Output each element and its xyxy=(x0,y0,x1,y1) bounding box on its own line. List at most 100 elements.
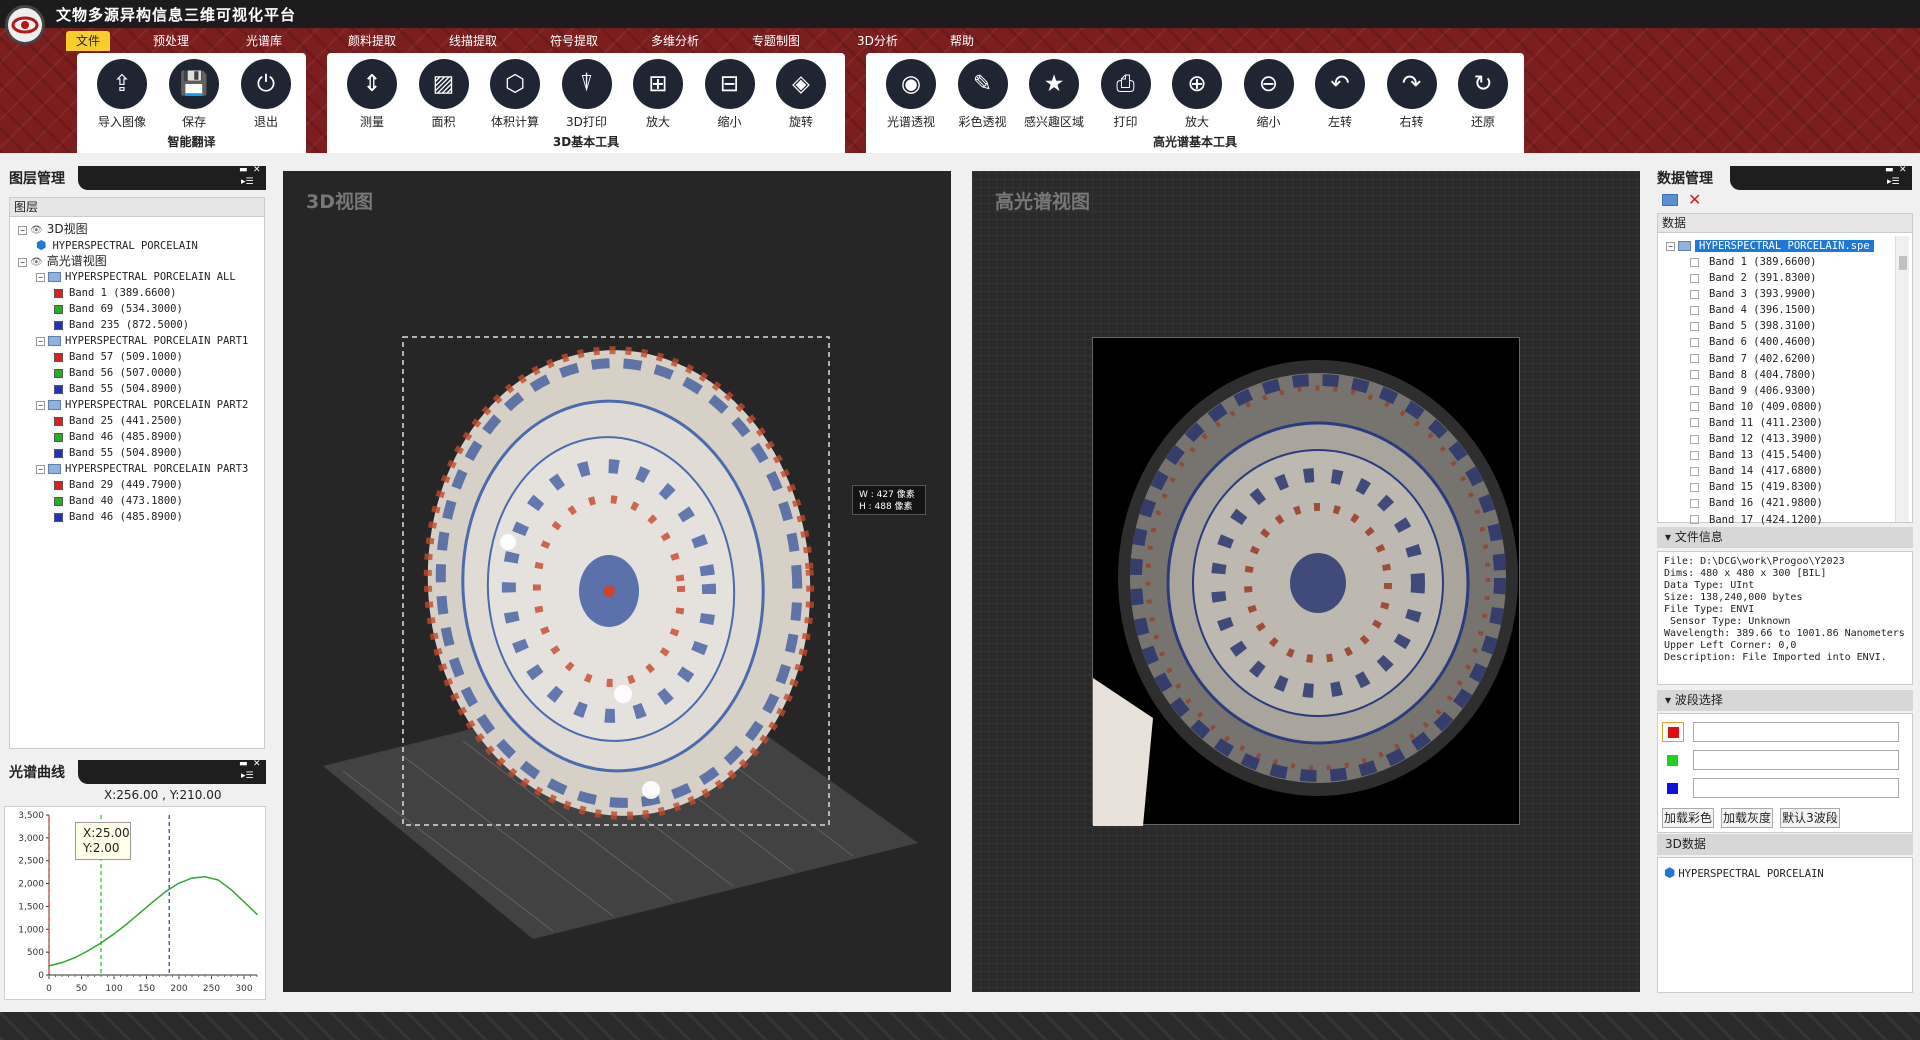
layer-file-row[interactable]: − HYPERSPECTRAL PORCELAIN PART1 xyxy=(10,333,264,349)
data3d-section[interactable]: 3D数据 xyxy=(1657,834,1913,855)
minimize-icon[interactable]: ▬ xyxy=(1885,165,1894,175)
tab-multidim[interactable]: 多维分析 xyxy=(651,31,699,51)
tab-thematic[interactable]: 专题制图 xyxy=(752,31,800,51)
band-row[interactable]: Band 4 (396.1500) xyxy=(1690,302,1890,318)
roi-tool-button[interactable]: ★ 感兴趣区域 xyxy=(1019,59,1089,130)
tab-line-drawing[interactable]: 线描提取 xyxy=(449,31,497,51)
menu-icon[interactable]: ▸☰ xyxy=(1887,177,1900,187)
layer-band-row[interactable]: Band 46 (485.8900) xyxy=(10,429,264,445)
rotate3d-tool-button[interactable]: ◈ 旋转 xyxy=(766,59,836,130)
scrollbar-thumb[interactable] xyxy=(1899,256,1907,270)
layer-group-row[interactable]: − 👁 高光谱视图 xyxy=(10,253,264,269)
layer-file-row[interactable]: − HYPERSPECTRAL PORCELAIN PART3 xyxy=(10,461,264,477)
blue-channel-icon[interactable] xyxy=(1667,783,1678,794)
band-row[interactable]: Band 7 (402.6200) xyxy=(1690,351,1890,367)
band-row[interactable]: Band 9 (406.9300) xyxy=(1690,383,1890,399)
band-row[interactable]: Band 6 (400.4600) xyxy=(1690,334,1890,350)
load-gray-button[interactable]: 加载灰度 xyxy=(1721,808,1773,828)
collapse-icon[interactable]: − xyxy=(18,257,27,267)
layer-cube-row[interactable]: ⬢ HYPERSPECTRAL PORCELAIN xyxy=(10,237,264,253)
scrollbar[interactable] xyxy=(1895,236,1909,522)
import-tool-button[interactable]: ⇪ 导入图像 xyxy=(87,59,157,130)
band-checkbox[interactable] xyxy=(1690,450,1699,460)
band-checkbox[interactable] xyxy=(1690,434,1699,444)
red-band-input[interactable] xyxy=(1693,722,1899,742)
layer-band-row[interactable]: Band 57 (509.1000) xyxy=(10,349,264,365)
layer-band-row[interactable]: Band 235 (872.5000) xyxy=(10,317,264,333)
layer-band-row[interactable]: Band 46 (485.8900) xyxy=(10,509,264,525)
tab-symbol[interactable]: 符号提取 xyxy=(550,31,598,51)
blue-band-input[interactable] xyxy=(1693,778,1899,798)
band-row[interactable]: Band 5 (398.3100) xyxy=(1690,318,1890,334)
band-checkbox[interactable] xyxy=(1690,482,1699,492)
green-band-input[interactable] xyxy=(1693,750,1899,770)
zoom-out-tool-button[interactable]: ⊖ 缩小 xyxy=(1234,59,1304,130)
power-tool-button[interactable]: ⏻ 退出 xyxy=(231,59,301,130)
band-checkbox[interactable] xyxy=(1690,337,1699,347)
layer-band-row[interactable]: Band 56 (507.0000) xyxy=(10,365,264,381)
menu-icon[interactable]: ▸☰ xyxy=(241,177,254,187)
tab-spectral-library[interactable]: 光谱库 xyxy=(246,31,282,51)
band-row[interactable]: Band 3 (393.9900) xyxy=(1690,286,1890,302)
red-channel-button[interactable] xyxy=(1662,722,1684,742)
collapse-icon[interactable]: − xyxy=(36,272,45,282)
band-checkbox[interactable] xyxy=(1690,386,1699,396)
minimize-icon[interactable]: ▬ xyxy=(239,165,248,175)
band-checkbox[interactable] xyxy=(1690,257,1699,267)
band-checkbox[interactable] xyxy=(1690,321,1699,331)
band-checkbox[interactable] xyxy=(1690,466,1699,476)
view-3d[interactable]: 3D视图 W : 427 像素 H : 488 像素 xyxy=(283,171,951,992)
undo-tool-button[interactable]: ↶ 左转 xyxy=(1305,59,1375,130)
band-checkbox[interactable] xyxy=(1690,289,1699,299)
minimize-icon[interactable]: ▬ xyxy=(239,759,248,769)
color-tool-button[interactable]: ✎ 彩色透视 xyxy=(948,59,1018,130)
layer-file-row[interactable]: − HYPERSPECTRAL PORCELAIN ALL xyxy=(10,269,264,285)
band-checkbox[interactable] xyxy=(1690,402,1699,412)
band-checkbox[interactable] xyxy=(1690,305,1699,315)
close-icon[interactable]: ✕ xyxy=(253,759,261,769)
band-row[interactable]: Band 8 (404.7800) xyxy=(1690,367,1890,383)
collapse-icon[interactable]: − xyxy=(36,400,45,410)
eye-icon[interactable]: 👁 xyxy=(30,225,43,236)
tab-preprocess[interactable]: 预处理 xyxy=(153,31,189,51)
layer-group-row[interactable]: − 👁 3D视图 xyxy=(10,221,264,237)
redo-tool-button[interactable]: ↷ 右转 xyxy=(1377,59,1447,130)
green-channel-icon[interactable] xyxy=(1667,755,1678,766)
fileinfo-section[interactable]: ▾ 文件信息 xyxy=(1657,527,1913,548)
band-row[interactable]: Band 16 (421.9800) xyxy=(1690,495,1890,511)
band-row[interactable]: Band 11 (411.2300) xyxy=(1690,415,1890,431)
band-row[interactable]: Band 1 (389.6600) xyxy=(1690,254,1890,270)
band-row[interactable]: Band 15 (419.8300) xyxy=(1690,479,1890,495)
save-tool-button[interactable]: 💾 保存 xyxy=(159,59,229,130)
collapse-icon[interactable]: − xyxy=(36,336,45,346)
collapse-icon[interactable]: − xyxy=(36,464,45,474)
band-checkbox[interactable] xyxy=(1690,515,1699,524)
zoom-in-tool-button[interactable]: ⊞ 放大 xyxy=(623,59,693,130)
collapse-icon[interactable]: − xyxy=(18,225,27,235)
layer-band-row[interactable]: Band 55 (504.8900) xyxy=(10,445,264,461)
spectral-tool-button[interactable]: ◉ 光谱透视 xyxy=(876,59,946,130)
load-color-button[interactable]: 加载彩色 xyxy=(1662,808,1714,828)
open-file-icon[interactable] xyxy=(1662,194,1678,206)
data-file-row[interactable]: − HYPERSPECTRAL PORCELAIN.spe xyxy=(1666,238,1874,254)
band-checkbox[interactable] xyxy=(1690,273,1699,283)
close-icon[interactable]: ✕ xyxy=(253,165,261,175)
data3d-item[interactable]: ⬢ HYPERSPECTRAL PORCELAIN xyxy=(1664,866,1824,881)
area-tool-button[interactable]: ▨ 面积 xyxy=(409,59,479,130)
band-checkbox[interactable] xyxy=(1690,370,1699,380)
tab-file[interactable]: 文件 xyxy=(66,31,111,51)
band-checkbox[interactable] xyxy=(1690,498,1699,508)
band-select-section[interactable]: ▾ 波段选择 xyxy=(1657,690,1913,711)
print3d-tool-button[interactable]: ⍒ 3D打印 xyxy=(552,59,622,130)
band-row[interactable]: Band 17 (424.1200) xyxy=(1690,512,1890,528)
reset-tool-button[interactable]: ↻ 还原 xyxy=(1448,59,1518,130)
band-row[interactable]: Band 14 (417.6800) xyxy=(1690,463,1890,479)
printer-tool-button[interactable]: ⎙ 打印 xyxy=(1091,59,1161,130)
band-checkbox[interactable] xyxy=(1690,354,1699,364)
band-row[interactable]: Band 10 (409.0800) xyxy=(1690,399,1890,415)
zoom-out-tool-button[interactable]: ⊟ 缩小 xyxy=(695,59,765,130)
eye-icon[interactable]: 👁 xyxy=(30,257,43,268)
delete-icon[interactable]: ✕ xyxy=(1688,190,1701,209)
view-hyperspectral[interactable]: 高光谱视图 xyxy=(972,171,1640,992)
layer-band-row[interactable]: Band 29 (449.7900) xyxy=(10,477,264,493)
